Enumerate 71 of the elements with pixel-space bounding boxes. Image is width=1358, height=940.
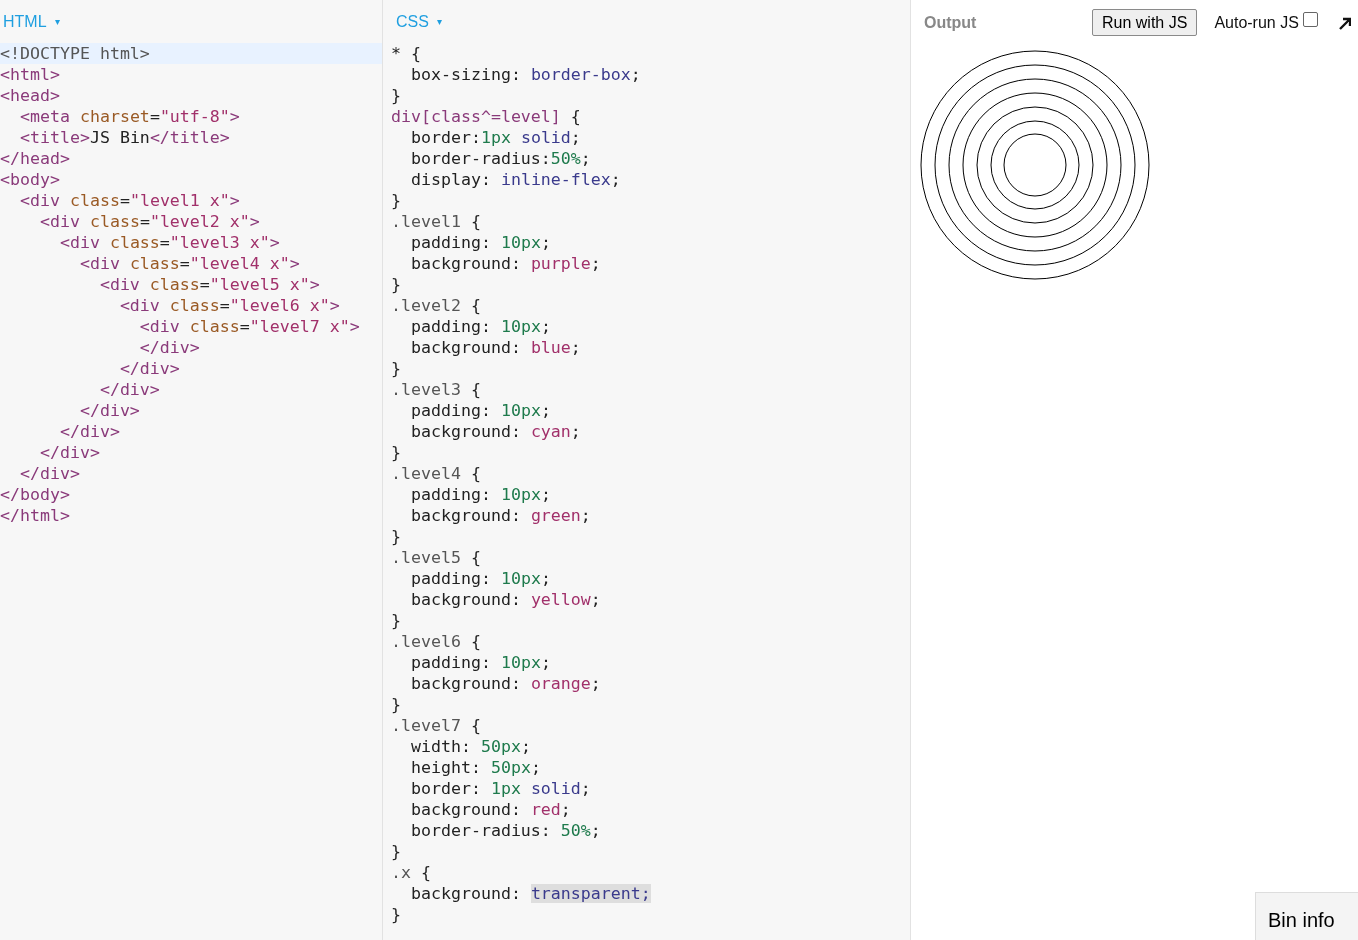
code-line: </html> xyxy=(0,506,70,525)
code-line: <div class="level4 x"> xyxy=(78,254,300,273)
code-line: .level1 { xyxy=(391,212,481,231)
code-line: height: 50px; xyxy=(409,758,541,777)
code-line: <body> xyxy=(0,170,60,189)
code-line: border: 1px solid; xyxy=(409,779,591,798)
code-line: <head> xyxy=(0,86,60,105)
code-line: <div class="level6 x"> xyxy=(118,296,340,315)
code-line: border-radius:50%; xyxy=(409,149,591,168)
code-line: .level2 { xyxy=(391,296,481,315)
code-line: background: yellow; xyxy=(409,590,601,609)
code-line: } xyxy=(391,905,401,924)
bin-info-button[interactable]: Bin info xyxy=(1255,892,1358,940)
code-line: </div> xyxy=(98,380,160,399)
code-line: </div> xyxy=(58,422,120,441)
code-line: } xyxy=(391,275,401,294)
code-line: } xyxy=(391,443,401,462)
code-line: background: orange; xyxy=(409,674,601,693)
code-line: </div> xyxy=(18,464,80,483)
code-line: background: cyan; xyxy=(409,422,581,441)
code-line: } xyxy=(391,86,401,105)
code-line: background: purple; xyxy=(409,254,601,273)
code-line: } xyxy=(391,611,401,630)
code-line: .level4 { xyxy=(391,464,481,483)
code-line: .level3 { xyxy=(391,380,481,399)
code-line: .level6 { xyxy=(391,632,481,651)
code-line: } xyxy=(391,842,401,861)
code-line: box-sizing: border-box; xyxy=(409,65,641,84)
auto-run-label: Auto-run JS xyxy=(1214,13,1299,32)
code-line: * { xyxy=(391,44,421,63)
code-line: </div> xyxy=(38,443,100,462)
code-line: display: inline-flex; xyxy=(409,170,621,189)
code-line: </body> xyxy=(0,485,70,504)
code-line: <div class="level3 x"> xyxy=(58,233,280,252)
code-line: <title>JS Bin</title> xyxy=(18,128,230,147)
code-line: background: green; xyxy=(409,506,591,525)
code-line: <meta charset="utf-8"> xyxy=(18,107,240,126)
code-line: <div class="level1 x"> xyxy=(18,191,240,210)
code-line: .x { xyxy=(391,863,431,882)
code-line: </div> xyxy=(118,359,180,378)
code-line: background: red; xyxy=(409,800,571,819)
code-line: } xyxy=(391,527,401,546)
code-line: .level7 { xyxy=(391,716,481,735)
code-line: padding: 10px; xyxy=(409,233,551,252)
code-line: background: transparent; xyxy=(409,884,651,903)
code-line: } xyxy=(391,695,401,714)
run-button[interactable]: Run with JS xyxy=(1092,9,1198,36)
code-line: </head> xyxy=(0,149,70,168)
code-line: <div class="level2 x"> xyxy=(38,212,260,231)
code-line: </div> xyxy=(78,401,140,420)
code-line: background: blue; xyxy=(409,338,581,357)
code-line: border-radius: 50%; xyxy=(409,821,601,840)
code-line: padding: 10px; xyxy=(409,401,551,420)
code-line: width: 50px; xyxy=(409,737,531,756)
auto-run-checkbox[interactable] xyxy=(1302,12,1318,27)
code-line: border:1px solid; xyxy=(409,128,581,147)
code-line: padding: 10px; xyxy=(409,653,551,672)
code-line: padding: 10px; xyxy=(409,317,551,336)
code-line: <html> xyxy=(0,65,60,84)
code-line: padding: 10px; xyxy=(409,569,551,588)
code-line: } xyxy=(391,359,401,378)
code-line: padding: 10px; xyxy=(409,485,551,504)
output-title: Output xyxy=(924,13,978,32)
code-line: } xyxy=(391,191,401,210)
arrow-icon[interactable] xyxy=(1338,15,1351,30)
code-line: <div class="level5 x"> xyxy=(98,275,320,294)
code-line: <div class="level7 x"> xyxy=(138,317,360,336)
code-line: </div> xyxy=(138,338,200,357)
code-line: div[class^=level] { xyxy=(391,107,581,126)
code-line: .level5 { xyxy=(391,548,481,567)
code-line: <!DOCTYPE html> xyxy=(0,44,150,63)
